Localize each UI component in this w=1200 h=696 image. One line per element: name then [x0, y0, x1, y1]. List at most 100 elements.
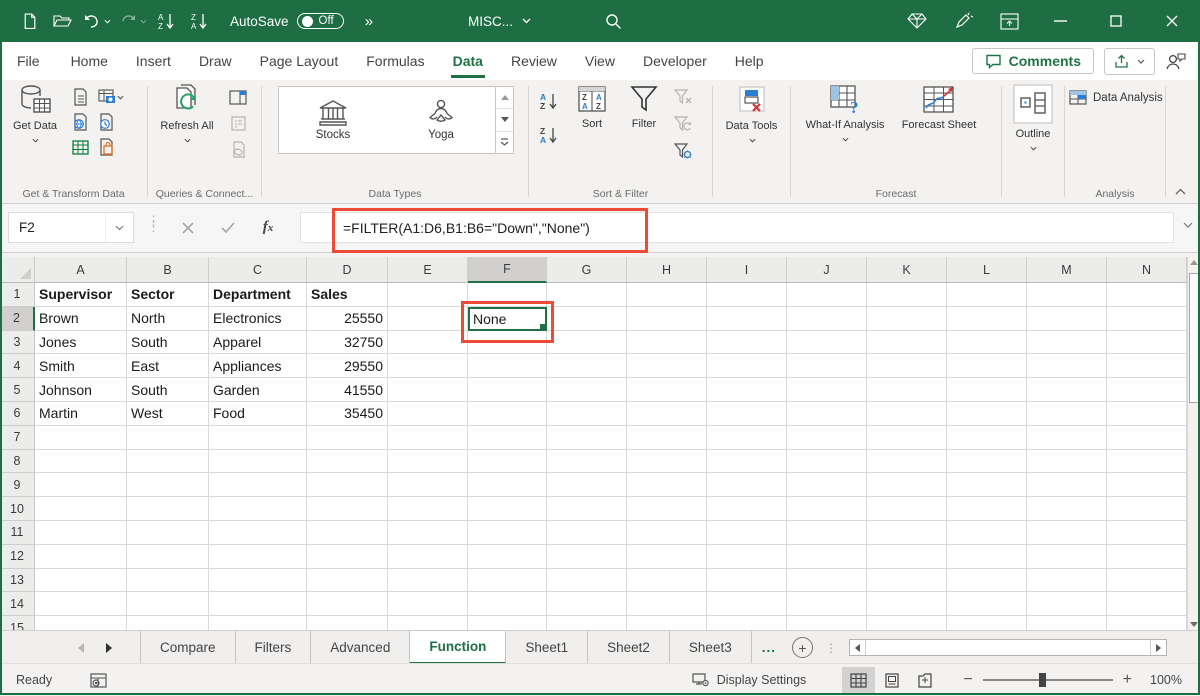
search-icon[interactable]: [598, 6, 628, 36]
clear-filter-icon[interactable]: [671, 86, 695, 108]
cell-E1[interactable]: [388, 283, 468, 307]
from-web-icon[interactable]: [68, 111, 92, 133]
cell-G10[interactable]: [547, 497, 627, 521]
cell-I9[interactable]: [707, 473, 787, 497]
cell-G8[interactable]: [547, 450, 627, 474]
formula-bar-grip[interactable]: ⋮⋮: [147, 218, 160, 230]
macro-record-icon[interactable]: [90, 673, 107, 688]
cell-B7[interactable]: [127, 426, 209, 450]
outline-button[interactable]: Outline: [1008, 84, 1058, 156]
cell-D5[interactable]: 41550: [307, 378, 388, 402]
cell-J3[interactable]: [787, 331, 867, 355]
cell-G5[interactable]: [547, 378, 627, 402]
cell-D7[interactable]: [307, 426, 388, 450]
cell-J8[interactable]: [787, 450, 867, 474]
cell-L12[interactable]: [947, 545, 1027, 569]
cell-B5[interactable]: South: [127, 378, 209, 402]
cell-K10[interactable]: [867, 497, 947, 521]
cell-F8[interactable]: [468, 450, 547, 474]
cell-B10[interactable]: [127, 497, 209, 521]
sheet-tab-compare[interactable]: Compare: [140, 631, 236, 664]
cell-E9[interactable]: [388, 473, 468, 497]
cell-I3[interactable]: [707, 331, 787, 355]
edit-links-icon[interactable]: [226, 138, 250, 160]
cell-J2[interactable]: [787, 307, 867, 331]
cell-G11[interactable]: [547, 521, 627, 545]
cell-H2[interactable]: [627, 307, 707, 331]
maximize-button[interactable]: [1088, 0, 1144, 42]
reapply-filter-icon[interactable]: [671, 113, 695, 135]
tab-file[interactable]: File: [0, 42, 57, 80]
scroll-left-button[interactable]: [850, 640, 865, 655]
minimize-button[interactable]: [1032, 0, 1088, 42]
cell-D15[interactable]: [307, 616, 388, 630]
data-type-yoga[interactable]: Yoga: [387, 87, 495, 153]
properties-icon[interactable]: [226, 112, 250, 134]
cell-H13[interactable]: [627, 569, 707, 593]
cell-L14[interactable]: [947, 592, 1027, 616]
tab-formulas[interactable]: Formulas: [352, 42, 438, 80]
cell-M2[interactable]: [1027, 307, 1107, 331]
cell-L5[interactable]: [947, 378, 1027, 402]
cell-A14[interactable]: [35, 592, 127, 616]
cell-K7[interactable]: [867, 426, 947, 450]
data-analysis-button[interactable]: Data Analysis: [1069, 90, 1163, 105]
cell-N8[interactable]: [1107, 450, 1187, 474]
row-header-11[interactable]: 11: [0, 521, 35, 545]
cell-L3[interactable]: [947, 331, 1027, 355]
cell-J7[interactable]: [787, 426, 867, 450]
cell-E2[interactable]: [388, 307, 468, 331]
page-break-preview-button[interactable]: [908, 667, 941, 693]
cell-N15[interactable]: [1107, 616, 1187, 630]
cell-E14[interactable]: [388, 592, 468, 616]
cell-N3[interactable]: [1107, 331, 1187, 355]
cell-B12[interactable]: [127, 545, 209, 569]
name-box-dropdown[interactable]: [105, 213, 133, 242]
cell-F12[interactable]: [468, 545, 547, 569]
cell-M3[interactable]: [1027, 331, 1107, 355]
tab-insert[interactable]: Insert: [122, 42, 185, 80]
cell-L9[interactable]: [947, 473, 1027, 497]
cell-I6[interactable]: [707, 402, 787, 426]
cell-F10[interactable]: [468, 497, 547, 521]
cell-N14[interactable]: [1107, 592, 1187, 616]
cell-I1[interactable]: [707, 283, 787, 307]
cell-E15[interactable]: [388, 616, 468, 630]
data-tools-button[interactable]: Data Tools: [724, 84, 779, 148]
cell-G4[interactable]: [547, 354, 627, 378]
cell-H9[interactable]: [627, 473, 707, 497]
cell-N12[interactable]: [1107, 545, 1187, 569]
cell-D8[interactable]: [307, 450, 388, 474]
cell-F6[interactable]: [468, 402, 547, 426]
cell-A12[interactable]: [35, 545, 127, 569]
zoom-level[interactable]: 100%: [1142, 673, 1182, 687]
sheet-tab-sheet3[interactable]: Sheet3: [670, 631, 752, 664]
cell-J12[interactable]: [787, 545, 867, 569]
autosave-control[interactable]: AutoSave Off: [230, 13, 344, 29]
cell-J13[interactable]: [787, 569, 867, 593]
enter-button[interactable]: [208, 212, 248, 243]
cell-N10[interactable]: [1107, 497, 1187, 521]
cell-K9[interactable]: [867, 473, 947, 497]
cell-B8[interactable]: [127, 450, 209, 474]
cell-E11[interactable]: [388, 521, 468, 545]
row-header-15[interactable]: 15: [0, 616, 35, 630]
sheet-tab-sheet2[interactable]: Sheet2: [588, 631, 670, 664]
cell-H1[interactable]: [627, 283, 707, 307]
cell-L1[interactable]: [947, 283, 1027, 307]
tab-draw[interactable]: Draw: [185, 42, 246, 80]
column-header-I[interactable]: I: [707, 257, 787, 283]
comments-button[interactable]: Comments: [972, 48, 1094, 74]
cell-E7[interactable]: [388, 426, 468, 450]
sort-button[interactable]: ZAAZ Sort: [569, 84, 615, 132]
cell-I11[interactable]: [707, 521, 787, 545]
cell-C7[interactable]: [209, 426, 307, 450]
cell-N6[interactable]: [1107, 402, 1187, 426]
cell-M8[interactable]: [1027, 450, 1107, 474]
cell-B3[interactable]: South: [127, 331, 209, 355]
sort-ascending-button[interactable]: AZ: [537, 90, 561, 112]
autosave-toggle[interactable]: Off: [297, 13, 344, 29]
launcher-pen-icon[interactable]: [940, 0, 986, 42]
cell-N1[interactable]: [1107, 283, 1187, 307]
insert-function-button[interactable]: fx: [248, 212, 288, 243]
